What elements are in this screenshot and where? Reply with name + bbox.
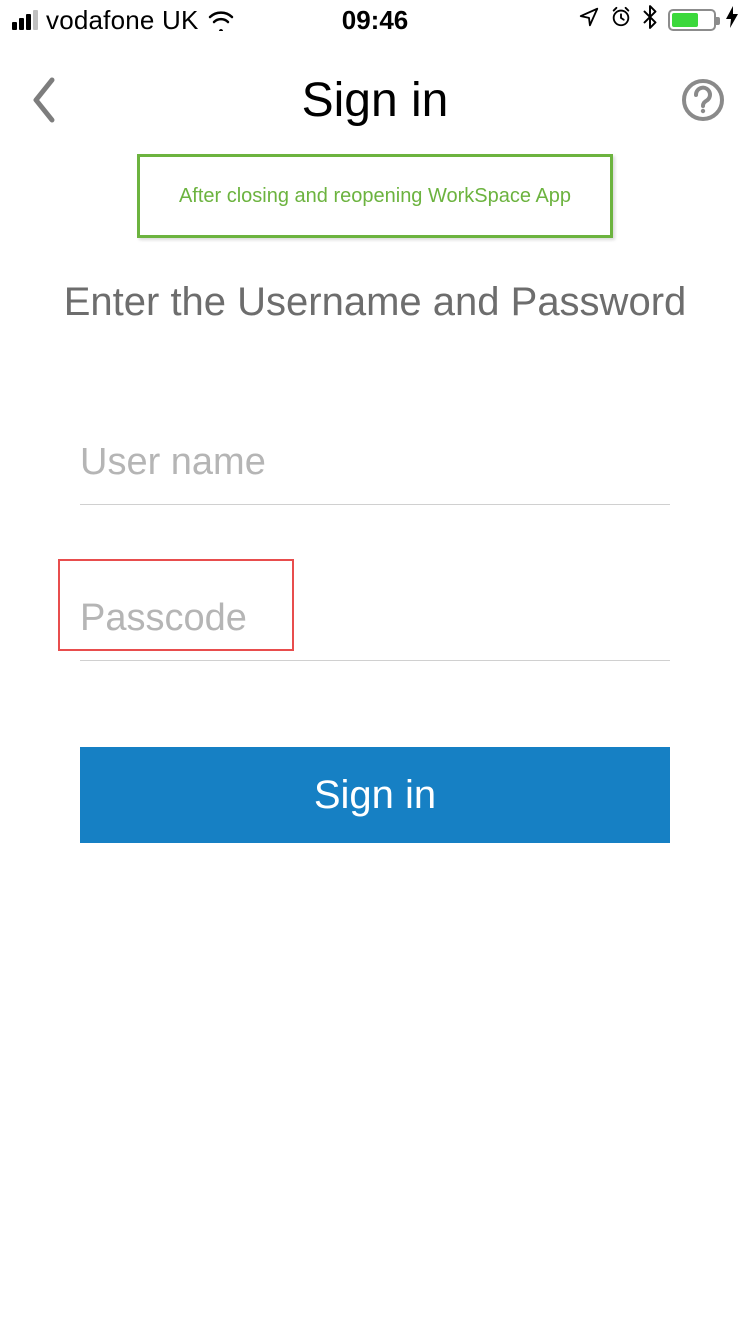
- status-bar: vodafone UK 09:46: [0, 0, 750, 40]
- chevron-left-icon: [30, 76, 58, 124]
- banner-text: After closing and reopening WorkSpace Ap…: [179, 185, 571, 208]
- signin-form: [0, 435, 750, 661]
- bluetooth-icon: [642, 5, 658, 36]
- instructions-text: Enter the Username and Password: [0, 280, 750, 325]
- help-button[interactable]: [678, 75, 728, 125]
- status-right: [578, 5, 738, 36]
- page-title: Sign in: [302, 73, 449, 128]
- info-banner: After closing and reopening WorkSpace Ap…: [137, 154, 613, 238]
- nav-bar: Sign in: [0, 40, 750, 160]
- passcode-field-wrap: [80, 591, 670, 661]
- charging-icon: [726, 6, 738, 34]
- carrier-label: vodafone UK: [46, 5, 199, 36]
- status-time: 09:46: [342, 5, 409, 36]
- cellular-signal-icon: [12, 10, 38, 30]
- help-icon: [681, 78, 725, 122]
- signin-button[interactable]: Sign in: [80, 747, 670, 843]
- wifi-icon: [207, 9, 235, 31]
- banner-container: After closing and reopening WorkSpace Ap…: [0, 154, 750, 238]
- back-button[interactable]: [24, 68, 64, 132]
- passcode-input[interactable]: [80, 591, 670, 661]
- battery-icon: [668, 9, 716, 31]
- username-input[interactable]: [80, 435, 670, 505]
- alarm-icon: [610, 6, 632, 35]
- location-icon: [578, 6, 600, 35]
- username-field-wrap: [80, 435, 670, 505]
- status-left: vodafone UK: [12, 5, 235, 36]
